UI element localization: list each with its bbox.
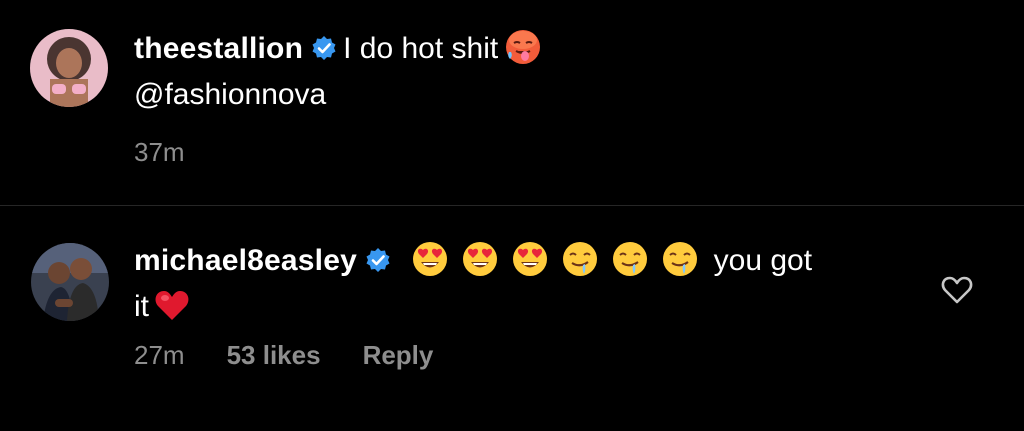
verified-badge-icon bbox=[365, 247, 391, 273]
caption-time: 37m bbox=[134, 137, 185, 167]
heart-eyes-emoji bbox=[411, 240, 449, 278]
comment-time: 27m bbox=[134, 340, 185, 370]
caption-avatar[interactable] bbox=[30, 29, 108, 107]
red-heart-emoji bbox=[153, 286, 191, 324]
comment-text: michael8easley you got it bbox=[134, 238, 894, 330]
drooling-face-emoji bbox=[561, 240, 599, 278]
comment-username[interactable]: michael8easley bbox=[134, 244, 357, 277]
like-heart-icon[interactable] bbox=[941, 275, 973, 305]
comment-meta: 27m 53 likes Reply bbox=[134, 340, 475, 371]
heart-eyes-emoji bbox=[511, 240, 549, 278]
heart-eyes-emoji bbox=[461, 240, 499, 278]
drooling-face-emoji bbox=[661, 240, 699, 278]
caption-text: theestallion I do hot shit @fashionnova bbox=[134, 26, 894, 118]
reply-button[interactable]: Reply bbox=[363, 340, 434, 371]
drooling-face-emoji bbox=[611, 240, 649, 278]
comment-body-part2: it bbox=[134, 290, 149, 323]
caption-username[interactable]: theestallion bbox=[134, 32, 303, 65]
comment-item: michael8easley you got it 27m 53 likes R… bbox=[0, 206, 1024, 431]
verified-badge-icon bbox=[311, 35, 337, 61]
caption-meta: 37m bbox=[134, 137, 227, 168]
caption-mention[interactable]: @fashionnova bbox=[134, 72, 894, 118]
hot-face-emoji bbox=[504, 28, 542, 66]
comment-likes-link[interactable]: 53 likes bbox=[227, 340, 321, 371]
comment-avatar[interactable] bbox=[31, 243, 109, 321]
caption-body: I do hot shit bbox=[343, 32, 499, 65]
caption-section: theestallion I do hot shit @fashionnova 3… bbox=[0, 0, 1024, 205]
comment-body-part1: you got bbox=[713, 244, 813, 277]
